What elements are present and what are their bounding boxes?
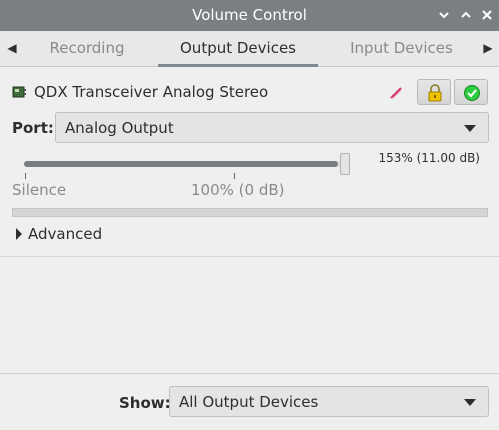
title-bar: Volume Control (0, 0, 499, 31)
default-check-icon (464, 85, 480, 101)
close-icon[interactable] (480, 8, 494, 22)
tab-recording[interactable]: Recording (22, 31, 152, 67)
volume-slider-handle[interactable] (340, 153, 350, 175)
window-title: Volume Control (192, 6, 307, 24)
minimize-icon[interactable] (437, 8, 451, 22)
lock-icon (428, 84, 442, 102)
expander-arrow-icon[interactable] (16, 228, 22, 240)
chevron-down-icon (464, 125, 476, 132)
volume-slider-track[interactable] (24, 161, 344, 167)
show-select-value: All Output Devices (179, 393, 319, 411)
sound-card-icon (12, 85, 26, 99)
tab-output-devices[interactable]: Output Devices (158, 31, 318, 67)
show-label: Show: (119, 394, 171, 412)
volume-readout: 153% (11.00 dB) (378, 151, 480, 165)
tab-bar: ◀ Recording Output Devices Input Devices… (0, 31, 499, 67)
show-select[interactable]: All Output Devices (169, 386, 489, 417)
tab-scroll-right-icon[interactable]: ▶ (482, 40, 494, 56)
footer-separator (0, 373, 499, 374)
port-select[interactable]: Analog Output (55, 112, 489, 143)
scale-label-100: 100% (0 dB) (191, 181, 285, 199)
scale-tick-100 (234, 173, 235, 179)
device-name: QDX Transceiver Analog Stereo (34, 83, 269, 101)
port-label: Port: (12, 119, 54, 137)
scale-tick-silence (25, 173, 26, 179)
mute-icon[interactable] (389, 86, 403, 100)
chevron-down-icon (464, 399, 476, 406)
maximize-icon[interactable] (459, 8, 473, 22)
peak-meter (12, 208, 488, 217)
volume-slider-fill (24, 161, 338, 167)
advanced-expander[interactable]: Advanced (28, 225, 102, 243)
set-default-button[interactable] (454, 79, 488, 105)
tab-scroll-left-icon[interactable]: ◀ (6, 40, 18, 56)
tab-input-devices[interactable]: Input Devices (330, 31, 473, 67)
port-select-value: Analog Output (65, 119, 174, 137)
device-separator (0, 256, 499, 257)
scale-label-silence: Silence (12, 181, 67, 199)
device-panel: QDX Transceiver Analog Stereo Port: Anal… (0, 68, 499, 373)
lock-channels-button[interactable] (417, 79, 451, 105)
